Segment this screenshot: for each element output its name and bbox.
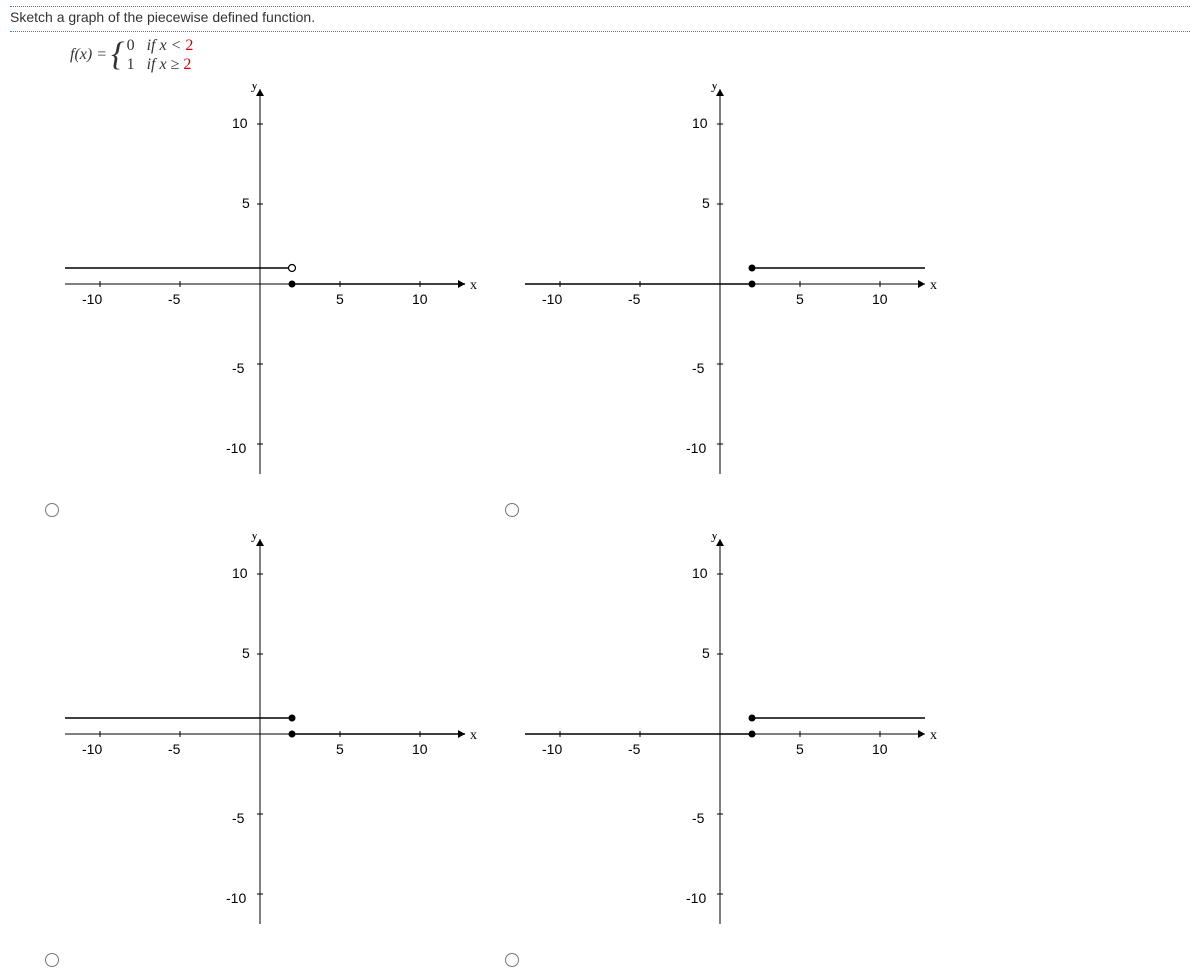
y-tick-5: 5 bbox=[242, 645, 250, 661]
case2-number: 2 bbox=[183, 56, 191, 73]
y-tick-10: 10 bbox=[232, 565, 248, 581]
option-c-radio[interactable] bbox=[45, 953, 59, 967]
y-tick-neg5: -5 bbox=[692, 810, 705, 826]
x-tick-10: 10 bbox=[872, 291, 888, 307]
y-tick-5: 5 bbox=[702, 195, 710, 211]
x-tick-10: 10 bbox=[412, 741, 428, 757]
case1-prefix: if x < bbox=[147, 37, 186, 54]
x-tick-10: 10 bbox=[872, 741, 888, 757]
case1-number: 2 bbox=[185, 37, 193, 54]
x-tick-5: 5 bbox=[336, 741, 344, 757]
x-tick-neg5: -5 bbox=[168, 741, 181, 757]
y-axis-label: y bbox=[251, 84, 258, 93]
y-tick-neg10: -10 bbox=[226, 890, 246, 906]
y-tick-neg5: -5 bbox=[232, 810, 245, 826]
y-tick-neg5: -5 bbox=[232, 360, 245, 376]
y-tick-neg10: -10 bbox=[686, 440, 706, 456]
x-tick-10: 10 bbox=[412, 291, 428, 307]
y-axis-label: y bbox=[711, 84, 718, 93]
option-a-cell: y x 10 5 -5 -10 -10 -5 5 10 bbox=[40, 84, 490, 524]
option-d-cell: y x 10 5 -5 -10 -10 -5 5 10 bbox=[500, 534, 950, 974]
x-axis-label: x bbox=[930, 278, 937, 293]
case1-value: 0 bbox=[127, 37, 135, 54]
option-d-graph: y x 10 5 -5 -10 -10 -5 5 10 bbox=[500, 534, 940, 934]
x-tick-5: 5 bbox=[336, 291, 344, 307]
x-tick-neg5: -5 bbox=[168, 291, 181, 307]
x-axis-label: x bbox=[470, 278, 477, 293]
y-tick-neg5: -5 bbox=[692, 360, 705, 376]
case2-value: 1 bbox=[127, 56, 135, 73]
y-tick-10: 10 bbox=[692, 565, 708, 581]
option-b-cell: y x 10 5 -5 -10 -10 -5 5 10 bbox=[500, 84, 950, 524]
y-tick-neg10: -10 bbox=[686, 890, 706, 906]
x-tick-neg5: -5 bbox=[628, 741, 641, 757]
option-a-radio[interactable] bbox=[45, 503, 59, 517]
piecewise-function: f(x) = { 0 if x < 2 1 if x ≥ 2 bbox=[10, 32, 1190, 84]
option-d-radio[interactable] bbox=[505, 953, 519, 967]
option-b-radio[interactable] bbox=[505, 503, 519, 517]
option-b-graph: y x 10 5 -5 -10 -10 -5 5 10 bbox=[500, 84, 940, 484]
x-tick-5: 5 bbox=[796, 291, 804, 307]
x-axis-label: x bbox=[930, 728, 937, 743]
y-tick-5: 5 bbox=[702, 645, 710, 661]
x-tick-5: 5 bbox=[796, 741, 804, 757]
option-c-graph: y x 10 5 -5 -10 -10 -5 5 10 bbox=[40, 534, 480, 934]
function-lhs: f(x) = bbox=[70, 46, 107, 64]
x-tick-neg10: -10 bbox=[542, 741, 562, 757]
option-a-graph: y x 10 5 -5 -10 -10 -5 5 10 bbox=[40, 84, 480, 484]
y-axis-label: y bbox=[711, 534, 718, 543]
y-tick-10: 10 bbox=[692, 115, 708, 131]
question-header: Sketch a graph of the piecewise defined … bbox=[10, 6, 1190, 32]
y-tick-5: 5 bbox=[242, 195, 250, 211]
x-axis-label: x bbox=[470, 728, 477, 743]
case2-prefix: if x ≥ bbox=[147, 56, 184, 73]
y-axis-label: y bbox=[251, 534, 258, 543]
x-tick-neg5: -5 bbox=[628, 291, 641, 307]
graphs-grid: y x 10 5 -5 -10 -10 -5 5 10 bbox=[40, 84, 1190, 974]
y-tick-10: 10 bbox=[232, 115, 248, 131]
y-tick-neg10: -10 bbox=[226, 440, 246, 456]
function-cases: 0 if x < 2 1 if x ≥ 2 bbox=[127, 36, 194, 74]
question-prompt: Sketch a graph of the piecewise defined … bbox=[10, 7, 1190, 31]
option-c-cell: y x 10 5 -5 -10 -10 -5 5 10 bbox=[40, 534, 490, 974]
x-tick-neg10: -10 bbox=[82, 291, 102, 307]
x-tick-neg10: -10 bbox=[82, 741, 102, 757]
x-tick-neg10: -10 bbox=[542, 291, 562, 307]
